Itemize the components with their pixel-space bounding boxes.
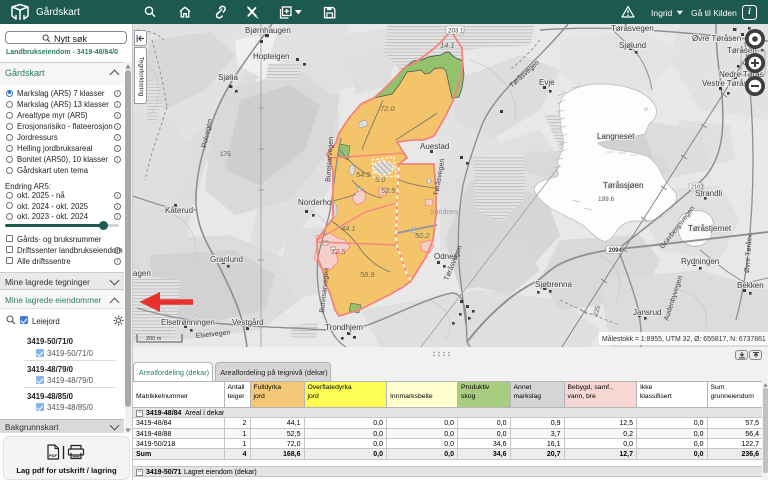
svg-text:Rydningen: Rydningen [681, 257, 719, 266]
svg-text:12.5: 12.5 [331, 247, 346, 256]
svg-text:199.6: 199.6 [598, 196, 614, 203]
svg-text:Bjørnhaugen: Bjørnhaugen [245, 26, 291, 35]
svg-text:44.1: 44.1 [341, 224, 356, 233]
svg-text:Norderhov: Norderhov [298, 198, 335, 207]
svg-text:Vestgård: Vestgård [232, 318, 264, 327]
svg-text:54.5: 54.5 [356, 170, 371, 179]
svg-text:Trondhjem: Trondhjem [325, 323, 363, 332]
svg-text:5.0: 5.0 [375, 175, 386, 184]
svg-text:Tøråssjøen: Tøråssjøen [603, 181, 643, 190]
svg-text:175: 175 [220, 151, 231, 158]
svg-text:58.9: 58.9 [360, 270, 375, 279]
svg-text:Målestokk = 1:8955, UTM 32, Ø:: Målestokk = 1:8955, UTM 32, Ø: 655817, N… [602, 335, 766, 343]
svg-text:14.1: 14.1 [440, 41, 455, 50]
svg-text:agen: agen [133, 269, 151, 278]
svg-text:Tøråstjernet: Tøråstjernet [688, 224, 732, 233]
svg-text:Tøråsvegen: Tøråsvegen [611, 24, 654, 33]
svg-text:PDF: PDF [49, 453, 58, 458]
svg-text:Elsetrønningen: Elsetrønningen [161, 318, 215, 327]
svg-text:Hopteigen: Hopteigen [253, 52, 289, 61]
svg-text:200 m: 200 m [146, 336, 162, 342]
svg-text:Evje: Evje [539, 78, 555, 87]
svg-text:72.0: 72.0 [380, 104, 395, 113]
svg-text:Auestad: Auestad [420, 142, 449, 151]
svg-text:2102: 2102 [691, 185, 703, 191]
svg-text:203.1: 203.1 [448, 28, 464, 35]
svg-text:Kåterud: Kåterud [165, 206, 193, 215]
svg-text:Granlund: Granlund [210, 255, 243, 264]
svg-text:Sandnes: Sandnes [430, 209, 458, 216]
svg-text:Sjølia: Sjølia [218, 73, 239, 82]
svg-text:52.5: 52.5 [381, 186, 396, 195]
svg-text:Bekken: Bekken [737, 281, 764, 290]
svg-text:Jansrud: Jansrud [633, 308, 661, 317]
svg-text:Øvre Tøråsen: Øvre Tøråsen [692, 34, 741, 43]
svg-text:Langneset: Langneset [597, 132, 635, 141]
svg-text:2094: 2094 [609, 248, 623, 254]
svg-text:Sjølund: Sjølund [619, 41, 646, 50]
svg-text:Sjøbrenna: Sjøbrenna [535, 280, 572, 289]
svg-text:50.2: 50.2 [415, 231, 430, 240]
